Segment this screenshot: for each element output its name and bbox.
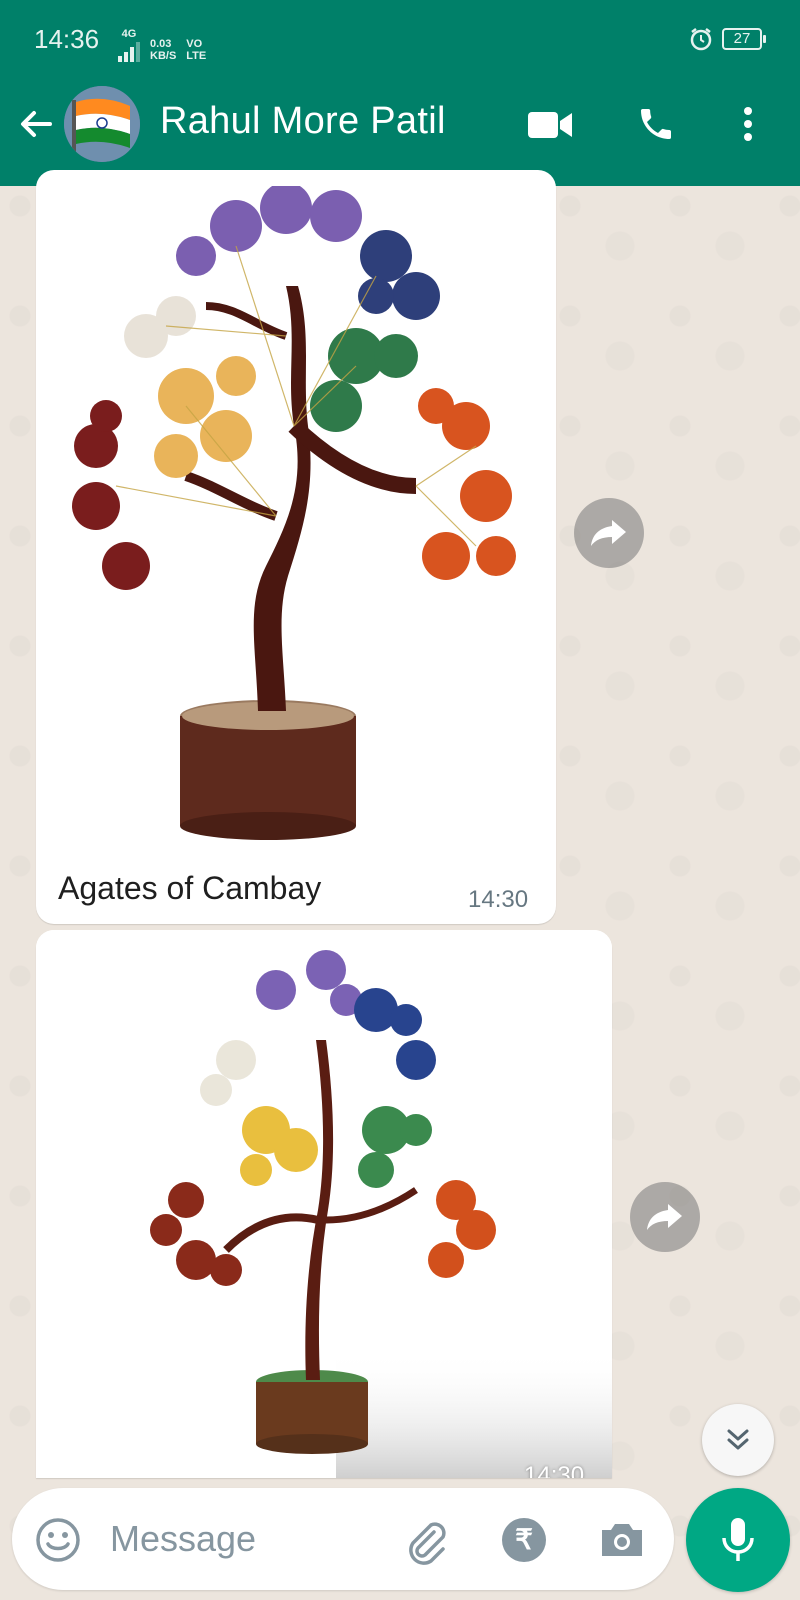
video-call-icon[interactable] <box>528 110 574 145</box>
forward-icon <box>591 520 626 546</box>
message-input[interactable] <box>108 1510 372 1568</box>
contact-name[interactable]: Rahul More Patil <box>160 100 446 143</box>
forward-button[interactable] <box>574 498 644 568</box>
alarm-icon <box>688 26 714 57</box>
emoji-icon[interactable] <box>34 1516 82 1569</box>
phone-icon[interactable] <box>636 104 676 149</box>
data-speed-unit: KB/S <box>150 50 177 62</box>
gemstone-tree-image[interactable] <box>36 930 612 1478</box>
more-vertical-icon[interactable] <box>742 106 754 147</box>
scroll-to-bottom-button[interactable] <box>702 1404 774 1476</box>
arrow-left-icon[interactable] <box>16 104 56 149</box>
battery-icon: 27 <box>722 28 766 50</box>
image-message[interactable]: Agates of Cambay 14:30 <box>36 170 556 924</box>
volte-indicator: VO <box>186 38 203 50</box>
data-speed: 0.03 <box>150 38 172 50</box>
rupee-icon[interactable]: ₹ <box>502 1518 546 1562</box>
avatar[interactable] <box>64 86 140 162</box>
lte-indicator: LTE <box>186 50 207 62</box>
message-composer: ₹ <box>12 1488 674 1590</box>
paperclip-icon[interactable] <box>402 1518 450 1571</box>
camera-icon[interactable] <box>598 1520 646 1565</box>
forward-icon <box>647 1204 682 1230</box>
message-time: 14:30 <box>524 1462 585 1478</box>
status-bar: 14:36 4G 0.03 KB/S VO LTE 27 <box>0 0 800 80</box>
network-type: 4G <box>121 28 137 40</box>
microphone-button[interactable] <box>686 1488 790 1592</box>
signal-icon <box>118 40 140 62</box>
double-chevron-down-icon <box>727 1429 749 1450</box>
forward-button[interactable] <box>630 1182 700 1252</box>
message-caption: Agates of Cambay <box>58 870 322 906</box>
microphone-icon <box>722 1518 754 1561</box>
status-time: 14:36 <box>34 24 100 54</box>
network-indicator: 4G 0.03 KB/S VO LTE <box>118 28 206 62</box>
gemstone-tree-image[interactable] <box>36 182 556 866</box>
message-time: 14:30 <box>468 886 529 913</box>
image-message[interactable]: 14:30 <box>36 930 612 1478</box>
india-flag-avatar-icon <box>64 86 140 162</box>
chat-header: 14:36 4G 0.03 KB/S VO LTE 27 Rahul More … <box>0 0 800 186</box>
